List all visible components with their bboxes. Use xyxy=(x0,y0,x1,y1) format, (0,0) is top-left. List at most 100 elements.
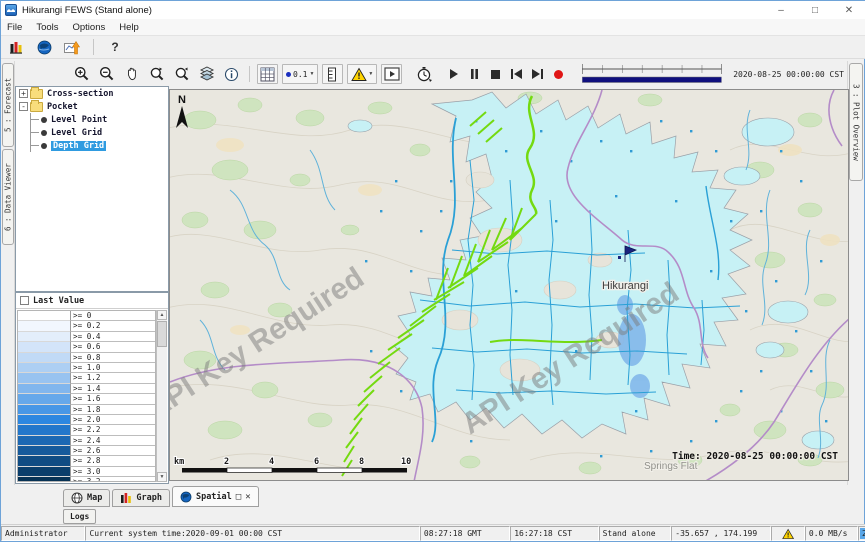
expand-icon[interactable]: + xyxy=(19,89,28,98)
help-button[interactable]: ? xyxy=(105,38,125,56)
step-back-button[interactable] xyxy=(508,65,525,83)
pause-button[interactable] xyxy=(466,65,483,83)
tree-node-label[interactable]: Level Point xyxy=(51,115,107,125)
tab-close-button[interactable]: ✕ xyxy=(245,492,250,502)
map-view[interactable]: API Key Required API Key Required N km 2… xyxy=(169,89,849,481)
scrollbar-thumb[interactable] xyxy=(157,321,167,347)
toolbar-datetime: 2020-08-25 00:00:00 CST xyxy=(733,70,846,79)
menu-bar: File Tools Options Help xyxy=(1,19,865,36)
tree-node-label[interactable]: Pocket xyxy=(47,102,78,112)
folder-icon xyxy=(30,102,43,112)
legend-row[interactable]: >= 0.2 xyxy=(18,321,155,331)
legend-color-swatch xyxy=(18,477,70,482)
legend-row[interactable]: >= 0.6 xyxy=(18,342,155,352)
tree-node-cross-section[interactable]: + Cross-section xyxy=(16,87,168,100)
legend-color-swatch xyxy=(18,436,70,446)
sidebar-tab-forecast[interactable]: 5 : Forecast xyxy=(2,63,14,147)
legend-row[interactable]: >= 1.8 xyxy=(18,405,155,415)
legend-color-swatch xyxy=(18,332,70,342)
svg-text:N: N xyxy=(178,94,186,106)
status-warning-cell[interactable] xyxy=(771,526,804,541)
maximize-button[interactable]: □ xyxy=(798,1,832,19)
grid-display-button[interactable] xyxy=(257,64,278,84)
legend-row[interactable]: >= 2.8 xyxy=(18,456,155,466)
status-bandwidth: 0.0 MB/s xyxy=(805,526,858,541)
step-forward-button[interactable] xyxy=(529,65,546,83)
tree-node-pocket[interactable]: - Pocket xyxy=(16,100,168,113)
left-tab-strip: 5 : Forecast 6 : Data Viewer xyxy=(1,61,15,485)
tab-maximize-button[interactable]: □ xyxy=(236,492,241,502)
tab-spatial[interactable]: Spatial □ ✕ xyxy=(172,486,259,507)
legend-row-label: >= 1.6 xyxy=(70,394,155,404)
pan-icon[interactable] xyxy=(121,64,142,84)
sidebar-tab-plot-overview[interactable]: 3 : Plot Overview xyxy=(849,63,863,181)
tree-node-level-grid[interactable]: Level Grid xyxy=(16,126,168,139)
menu-tools[interactable]: Tools xyxy=(36,22,58,33)
legend-color-swatch xyxy=(18,311,70,321)
zoom-out-button[interactable] xyxy=(96,64,117,84)
tree-node-label[interactable]: Cross-section xyxy=(47,89,114,99)
warning-dropdown[interactable]: ▼ xyxy=(347,64,377,84)
tree-node-label[interactable]: Depth Grid xyxy=(51,141,106,151)
legend-row-label: >= 3.2 xyxy=(70,477,155,482)
globe-icon[interactable] xyxy=(34,38,54,56)
layers-icon[interactable] xyxy=(196,64,217,84)
legend-row[interactable]: >= 3.0 xyxy=(18,467,155,477)
timeline-slider[interactable] xyxy=(581,62,723,86)
chevron-down-icon: ▼ xyxy=(368,71,373,77)
record-button[interactable] xyxy=(550,65,567,83)
layer-tree-panel: + Cross-section - Pocket Level Point Lev… xyxy=(15,86,169,292)
minimize-button[interactable]: – xyxy=(764,1,798,19)
legend-panel: Last Value >= 0 >= 0.2 >= 0.4 >= 0.6 >= … xyxy=(15,292,169,484)
tab-graph[interactable]: Graph xyxy=(112,489,170,507)
legend-row[interactable]: >= 1.4 xyxy=(18,384,155,394)
legend-row[interactable]: >= 2.6 xyxy=(18,446,155,456)
longitudinal-profile-button[interactable] xyxy=(322,64,343,84)
import-series-icon[interactable] xyxy=(62,38,82,56)
legend-row[interactable]: >= 0.8 xyxy=(18,353,155,363)
legend-row[interactable]: >= 3.2 xyxy=(18,477,155,482)
tab-map[interactable]: Map xyxy=(63,489,110,507)
animation-settings-button[interactable] xyxy=(414,64,435,84)
legend-list: >= 0 >= 0.2 >= 0.4 >= 0.6 >= 0.8 >= 1.0 … xyxy=(17,310,156,482)
legend-color-swatch xyxy=(18,342,70,352)
legend-color-swatch xyxy=(18,363,70,373)
threshold-dropdown[interactable]: 0.1 ▼ xyxy=(282,64,318,84)
info-button[interactable] xyxy=(221,64,242,84)
legend-scrollbar[interactable]: ▲ ▼ xyxy=(156,310,167,482)
main-toolbar: ? xyxy=(1,36,865,59)
tree-connector xyxy=(30,139,40,152)
open-display-button[interactable] xyxy=(381,64,402,84)
play-button[interactable] xyxy=(445,65,462,83)
collapse-icon[interactable]: - xyxy=(19,102,28,111)
stop-button[interactable] xyxy=(487,65,504,83)
zoom-previous-button[interactable] xyxy=(146,64,167,84)
zoom-next-button[interactable] xyxy=(171,64,192,84)
legend-row[interactable]: >= 0.4 xyxy=(18,332,155,342)
scroll-down-icon[interactable]: ▼ xyxy=(157,472,167,482)
zoom-in-button[interactable] xyxy=(71,64,92,84)
legend-row[interactable]: >= 1.6 xyxy=(18,394,155,404)
logs-button[interactable]: Logs xyxy=(63,509,96,524)
legend-row[interactable]: >= 2.2 xyxy=(18,425,155,435)
scroll-up-icon[interactable]: ▲ xyxy=(157,310,167,320)
close-button[interactable]: ✕ xyxy=(832,1,865,19)
legend-row[interactable]: >= 1.0 xyxy=(18,363,155,373)
menu-help[interactable]: Help xyxy=(119,22,139,33)
legend-row-label: >= 1.2 xyxy=(70,373,155,383)
tree-node-label[interactable]: Level Grid xyxy=(51,128,102,138)
legend-row[interactable]: >= 2.4 xyxy=(18,436,155,446)
sidebar-tab-data-viewer[interactable]: 6 : Data Viewer xyxy=(2,149,14,245)
toolbar-separator xyxy=(249,66,250,82)
legend-color-swatch xyxy=(18,353,70,363)
database-icon[interactable] xyxy=(6,38,26,56)
status-coordinates: -35.657 , 174.199 xyxy=(671,526,771,541)
menu-options[interactable]: Options xyxy=(73,22,106,33)
last-value-checkbox[interactable] xyxy=(20,296,29,305)
tree-node-level-point[interactable]: Level Point xyxy=(16,113,168,126)
tree-node-depth-grid[interactable]: Depth Grid xyxy=(16,139,168,152)
menu-file[interactable]: File xyxy=(7,22,22,33)
legend-row[interactable]: >= 1.2 xyxy=(18,373,155,383)
legend-row[interactable]: >= 2.0 xyxy=(18,415,155,425)
legend-row[interactable]: >= 0 xyxy=(18,311,155,321)
